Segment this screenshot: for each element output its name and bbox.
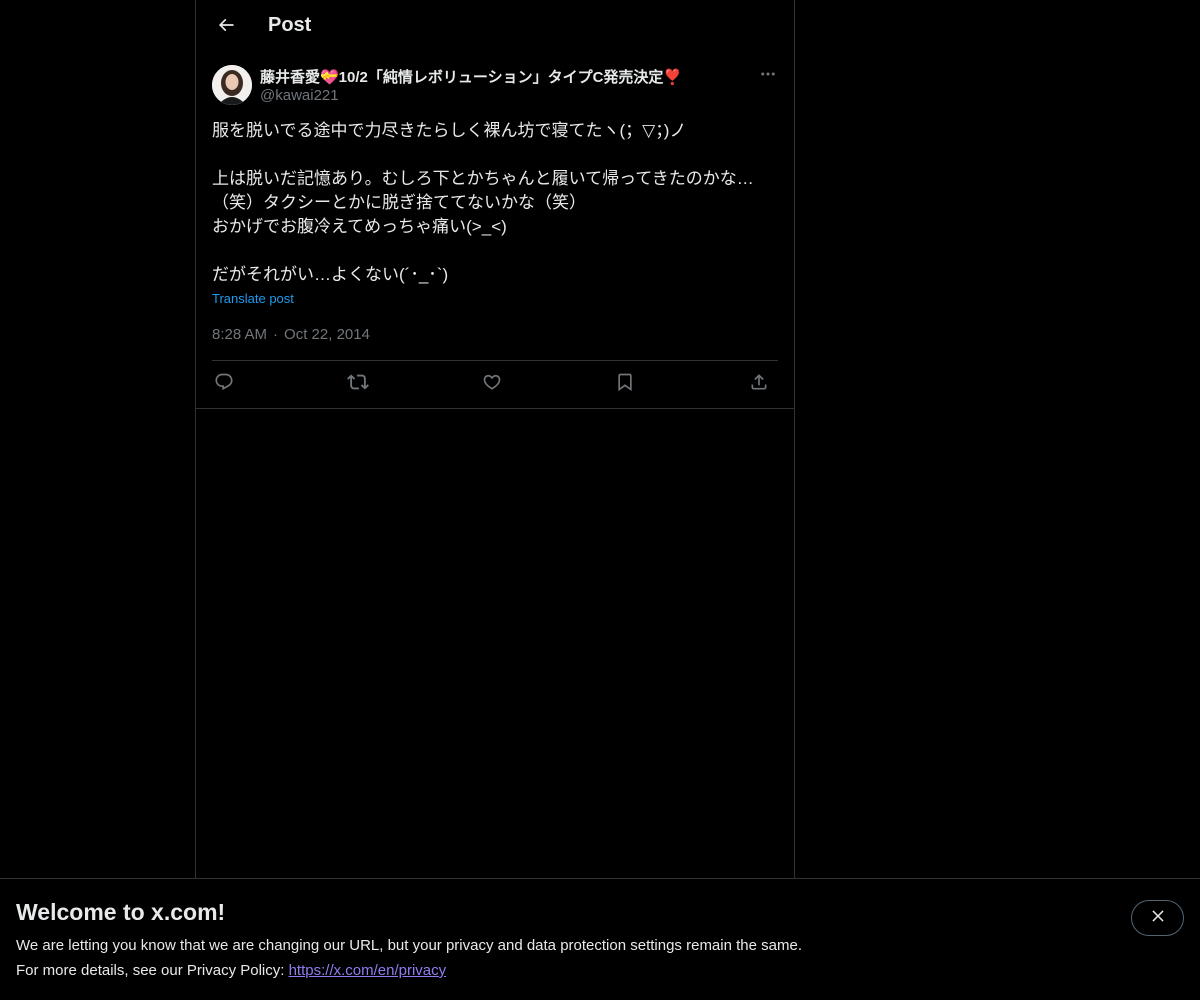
divider	[196, 408, 794, 409]
author-handle[interactable]: @kawai221	[260, 87, 339, 104]
post-text-line	[212, 239, 778, 263]
post-text-line: だがそれがい…よくない(´･_･`)	[212, 265, 449, 284]
post-actions-bar	[212, 368, 778, 400]
translate-post-link[interactable]: Translate post	[212, 291, 294, 306]
share-button[interactable]	[747, 372, 771, 396]
close-icon	[1149, 907, 1167, 930]
post-text-line: （笑）タクシーとかに脱ぎ捨ててないかな（笑）	[212, 193, 586, 212]
post-date[interactable]: Oct 22, 2014	[284, 326, 370, 343]
banner-privacy-line: For more details, see our Privacy Policy…	[16, 962, 446, 979]
like-button[interactable]	[480, 372, 504, 396]
divider	[212, 360, 778, 361]
more-options-button[interactable]	[756, 64, 780, 88]
banner-title: Welcome to x.com!	[16, 899, 226, 925]
close-banner-button[interactable]	[1131, 900, 1184, 936]
post-text-line: 上は脱いだ記憶あり。むしろ下とかちゃんと履いて帰ってきたのかな…	[212, 169, 754, 188]
post-time[interactable]: 8:28 AM	[212, 326, 267, 343]
share-icon	[749, 372, 769, 397]
separator-dot: ·	[273, 326, 279, 343]
post-text-line	[212, 143, 778, 167]
repost-icon	[347, 371, 369, 398]
url-change-banner: Welcome to x.com! We are letting you kno…	[0, 878, 1200, 1000]
reply-button[interactable]	[212, 372, 236, 396]
back-button[interactable]	[208, 9, 244, 45]
repost-button[interactable]	[346, 372, 370, 396]
privacy-policy-link[interactable]: https://x.com/en/privacy	[289, 962, 447, 979]
main-column: Post 藤井香愛💝10/2「純情レボリューション」タイプC発売決定❣️ @ka…	[195, 0, 795, 1000]
arrow-left-icon	[216, 15, 236, 40]
author-display-name[interactable]: 藤井香愛💝10/2「純情レボリューション」タイプC発売決定❣️	[260, 66, 682, 87]
post-text-line: おかげでお腹冷えてめっちゃ痛い(>_<)	[212, 217, 507, 236]
avatar[interactable]	[212, 65, 252, 105]
banner-message: We are letting you know that we are chan…	[16, 937, 802, 954]
heart-icon	[482, 372, 502, 397]
page-title: Post	[268, 14, 312, 36]
bookmark-button[interactable]	[613, 372, 637, 396]
post-text: 服を脱いでる途中で力尽きたらしく裸ん坊で寝てたヽ(；▽；)ノ 上は脱いだ記憶あり…	[212, 119, 778, 287]
reply-icon	[214, 372, 234, 397]
post-text-line: 服を脱いでる途中で力尽きたらしく裸ん坊で寝てたヽ(；▽；)ノ	[212, 121, 687, 140]
more-icon	[759, 65, 777, 88]
bookmark-icon	[615, 372, 635, 397]
page-header: Post	[196, 0, 794, 54]
banner-privacy-text: For more details, see our Privacy Policy…	[16, 962, 289, 979]
post-timestamp: 8:28 AM · Oct 22, 2014	[212, 326, 370, 343]
